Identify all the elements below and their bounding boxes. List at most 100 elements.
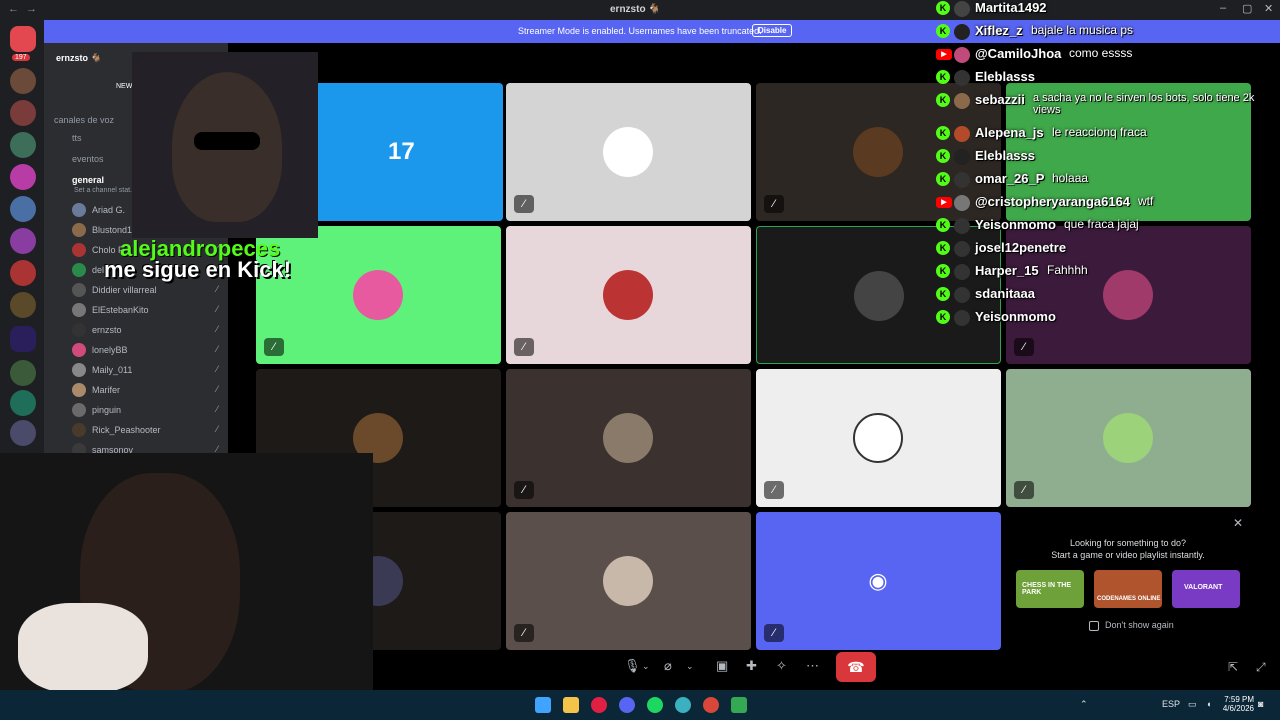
back-icon[interactable]: ← xyxy=(8,3,19,15)
disconnect-button[interactable]: ☎ xyxy=(836,652,876,682)
server-icon[interactable] xyxy=(10,100,36,126)
server-name[interactable]: ernzsto 🐐 xyxy=(56,53,102,64)
chat-text: wtf xyxy=(1138,194,1154,208)
kick-icon: K xyxy=(936,287,950,301)
popout-icon[interactable]: ⇱ xyxy=(1228,660,1238,674)
clock-date: 4/6/2026 xyxy=(1222,704,1254,713)
system-clock[interactable]: 7:59 PM 4/6/2026 xyxy=(1222,695,1254,713)
chat-username: Martita1492 xyxy=(975,0,1047,15)
chat-username: omar_26_P xyxy=(975,171,1045,186)
participant-tile[interactable]: ⁄ xyxy=(506,226,751,364)
avatar xyxy=(954,172,970,188)
server-icon[interactable] xyxy=(10,164,36,190)
avatar xyxy=(603,413,653,463)
server-icon[interactable] xyxy=(10,360,36,386)
checkbox-label: Don't show again xyxy=(1105,620,1174,630)
opera-icon[interactable] xyxy=(591,697,607,713)
obs-icon[interactable] xyxy=(703,697,719,713)
voice-category[interactable]: canales de voz xyxy=(54,115,114,125)
muted-icon: ⁄ xyxy=(216,364,218,374)
participant-tile[interactable]: ⁄ xyxy=(756,369,1001,507)
muted-icon: ⁄ xyxy=(216,404,218,414)
fullscreen-icon[interactable]: ⤢ xyxy=(1256,660,1266,675)
avatar xyxy=(853,127,903,177)
server-icon[interactable] xyxy=(10,196,36,222)
voice-member[interactable]: Marifer ⁄ xyxy=(72,381,222,399)
game-card-chess[interactable]: CHESS IN THE PARK xyxy=(1016,570,1084,608)
chat-username: Harper_15 xyxy=(975,263,1039,278)
close-icon[interactable]: ✕ xyxy=(1233,516,1243,530)
game-card-codenames[interactable]: CODENAMES ONLINE xyxy=(1094,570,1162,608)
disable-streamer-button[interactable]: Disable xyxy=(752,24,793,37)
channel-general[interactable]: general xyxy=(72,175,104,185)
voice-member[interactable]: pinguin ⁄ xyxy=(72,401,222,419)
kick-icon: K xyxy=(936,24,950,38)
activities-icon[interactable]: ✚ xyxy=(746,658,757,674)
app-icon[interactable] xyxy=(675,697,691,713)
avatar xyxy=(72,283,86,297)
voice-member[interactable]: Diddier villarreal ⁄ xyxy=(72,281,222,299)
home-icon[interactable] xyxy=(10,26,36,52)
screen-share-icon[interactable]: ▣ xyxy=(716,658,728,674)
participant-tile[interactable]: ◉ ⁄ xyxy=(756,512,1001,650)
chat-message: ▶ @CamiloJhoa como essss xyxy=(934,44,1274,66)
network-icon[interactable]: ▭ xyxy=(1188,699,1197,710)
chat-message: K Alepena_js le reaccionq fraca xyxy=(934,123,1274,145)
volume-icon[interactable]: ◖ xyxy=(1206,699,1211,709)
server-icon[interactable] xyxy=(10,420,36,446)
channel-tts[interactable]: tts xyxy=(72,133,82,143)
chat-message: Ksdanitaaa xyxy=(934,284,1274,306)
voice-member[interactable]: ElEstebanKito ⁄ xyxy=(72,301,222,319)
server-icon[interactable] xyxy=(10,292,36,318)
server-icon[interactable] xyxy=(10,68,36,94)
language-indicator[interactable]: ESP xyxy=(1162,699,1180,709)
participant-tile[interactable]: ⁄ xyxy=(506,512,751,650)
camera-off-icon[interactable]: ⌀ xyxy=(664,658,672,674)
forward-icon[interactable]: → xyxy=(26,3,37,15)
server-icon[interactable] xyxy=(10,228,36,254)
muted-icon: ⁄ xyxy=(514,624,534,642)
chat-username: Eleblasss xyxy=(975,69,1035,84)
participant-tile[interactable]: ⁄ xyxy=(506,369,751,507)
tile-number-label: 17 xyxy=(388,138,415,165)
voice-member[interactable]: lonelyBB ⁄ xyxy=(72,341,222,359)
participant-tile[interactable]: ⁄ xyxy=(506,83,751,221)
spotify-icon[interactable] xyxy=(647,697,663,713)
chat-message: K Harper_15 Fahhhh xyxy=(934,261,1274,283)
more-options-icon[interactable]: ⋯ xyxy=(806,658,819,674)
soundboard-icon[interactable]: ✧ xyxy=(776,658,787,674)
server-icon[interactable] xyxy=(10,326,36,352)
server-icon[interactable] xyxy=(10,390,36,416)
participant-tile[interactable]: ⁄ xyxy=(1006,369,1251,507)
kick-icon: K xyxy=(936,241,950,255)
member-name: Maily_011 xyxy=(92,365,133,375)
dont-show-again-checkbox[interactable]: Don't show again xyxy=(1089,620,1174,631)
server-icon[interactable] xyxy=(10,132,36,158)
file-explorer-icon[interactable] xyxy=(563,697,579,713)
app-icon[interactable] xyxy=(731,697,747,713)
notification-icon[interactable]: ◙ xyxy=(1258,699,1263,709)
voice-member[interactable]: Rick_Peashooter ⁄ xyxy=(72,421,222,439)
game-title: VALORANT xyxy=(1184,584,1223,591)
chevron-down-icon[interactable]: ⌄ xyxy=(686,661,694,672)
participant-tile[interactable]: ⁄ xyxy=(256,226,501,364)
call-controls: 🎙 ⌄ ⌀ ⌄ ▣ ✚ ✧ ⋯ ☎ xyxy=(610,652,880,682)
activity-suggestion-panel: ✕ Looking for something to do? Start a g… xyxy=(1005,512,1251,650)
channel-eventos[interactable]: eventos xyxy=(72,154,104,164)
discord-icon[interactable] xyxy=(619,697,635,713)
member-name: Diddier villarreal xyxy=(92,285,157,295)
tray-expand-icon[interactable]: ⌃ xyxy=(1080,699,1088,710)
voice-member[interactable]: ernzsto ⁄ xyxy=(72,321,222,339)
chevron-down-icon[interactable]: ⌄ xyxy=(642,661,650,672)
kick-icon: K xyxy=(936,310,950,324)
chat-text: holaaa xyxy=(1052,171,1089,185)
muted-icon: ⁄ xyxy=(216,324,218,334)
channel-status[interactable]: Set a channel stat... xyxy=(74,187,136,194)
microphone-icon[interactable]: 🎙 xyxy=(624,658,641,674)
avatar xyxy=(353,270,403,320)
start-icon[interactable] xyxy=(535,697,551,713)
server-icon[interactable] xyxy=(10,260,36,286)
muted-icon: ⁄ xyxy=(216,384,218,394)
voice-member[interactable]: Maily_011 ⁄ xyxy=(72,361,222,379)
game-card-valorant[interactable]: VALORANT xyxy=(1172,570,1240,608)
